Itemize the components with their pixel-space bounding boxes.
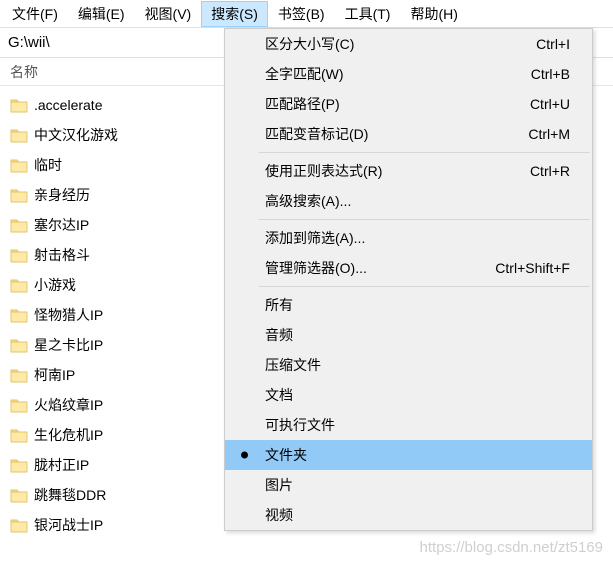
menu-item[interactable]: 高级搜索(A)... — [225, 186, 592, 216]
menu-item-label: 可执行文件 — [265, 415, 570, 435]
menu-文件f[interactable]: 文件(F) — [2, 1, 68, 27]
menu-item-label: 区分大小写(C) — [265, 34, 536, 54]
file-name: 生化危机IP — [34, 425, 103, 445]
menu-item[interactable]: 音频 — [225, 320, 592, 350]
folder-icon — [10, 398, 28, 413]
file-name: .accelerate — [34, 97, 102, 113]
menu-编辑e[interactable]: 编辑(E) — [68, 1, 135, 27]
file-name: 射击格斗 — [34, 245, 90, 265]
file-name: 火焰纹章IP — [34, 395, 103, 415]
file-name: 塞尔达IP — [34, 215, 89, 235]
folder-icon — [10, 308, 28, 323]
menu-item[interactable]: 匹配路径(P)Ctrl+U — [225, 89, 592, 119]
menu-item[interactable]: 文件夹 — [225, 440, 592, 470]
file-name: 亲身经历 — [34, 185, 90, 205]
menu-item-shortcut: Ctrl+I — [536, 36, 570, 52]
menu-separator — [259, 219, 590, 220]
menu-item-label: 使用正则表达式(R) — [265, 161, 530, 181]
folder-icon — [10, 248, 28, 263]
menu-item-shortcut: Ctrl+M — [528, 126, 570, 142]
menu-item[interactable]: 匹配变音标记(D)Ctrl+M — [225, 119, 592, 149]
radio-bullet-icon — [241, 452, 248, 459]
menu-item-shortcut: Ctrl+B — [531, 66, 570, 82]
menu-item[interactable]: 全字匹配(W)Ctrl+B — [225, 59, 592, 89]
menu-item[interactable]: 管理筛选器(O)...Ctrl+Shift+F — [225, 253, 592, 283]
menu-工具t[interactable]: 工具(T) — [335, 1, 401, 27]
menu-书签b[interactable]: 书签(B) — [268, 1, 335, 27]
menu-item-label: 文档 — [265, 385, 570, 405]
file-name: 银河战士IP — [34, 515, 103, 535]
menu-item-label: 管理筛选器(O)... — [265, 258, 495, 278]
menu-item-label: 文件夹 — [265, 445, 570, 465]
menu-separator — [259, 286, 590, 287]
file-name: 跳舞毯DDR — [34, 485, 106, 505]
menu-item-label: 全字匹配(W) — [265, 64, 531, 84]
menu-item[interactable]: 压缩文件 — [225, 350, 592, 380]
menu-item-label: 音频 — [265, 325, 570, 345]
menu-item[interactable]: 添加到筛选(A)... — [225, 223, 592, 253]
menu-separator — [259, 152, 590, 153]
file-name: 星之卡比IP — [34, 335, 103, 355]
menu-item-shortcut: Ctrl+U — [530, 96, 570, 112]
menu-item-label: 视频 — [265, 505, 570, 525]
file-name: 小游戏 — [34, 275, 76, 295]
watermark: https://blog.csdn.net/zt5169 — [420, 539, 603, 556]
folder-icon — [10, 368, 28, 383]
column-header-name: 名称 — [10, 62, 38, 82]
menu-item-label: 匹配变音标记(D) — [265, 124, 528, 144]
menu-item-label: 所有 — [265, 295, 570, 315]
folder-icon — [10, 98, 28, 113]
menu-搜索s[interactable]: 搜索(S) — [201, 1, 268, 27]
menu-视图v[interactable]: 视图(V) — [135, 1, 202, 27]
folder-icon — [10, 278, 28, 293]
menubar: 文件(F)编辑(E)视图(V)搜索(S)书签(B)工具(T)帮助(H) — [0, 0, 613, 28]
menu-item[interactable]: 使用正则表达式(R)Ctrl+R — [225, 156, 592, 186]
menu-item-label: 压缩文件 — [265, 355, 570, 375]
folder-icon — [10, 428, 28, 443]
menu-item-label: 高级搜索(A)... — [265, 191, 570, 211]
folder-icon — [10, 488, 28, 503]
folder-icon — [10, 188, 28, 203]
folder-icon — [10, 338, 28, 353]
menu-item-label: 添加到筛选(A)... — [265, 228, 570, 248]
menu-item[interactable]: 视频 — [225, 500, 592, 530]
folder-icon — [10, 518, 28, 533]
file-name: 临时 — [34, 155, 62, 175]
folder-icon — [10, 218, 28, 233]
menu-item-shortcut: Ctrl+Shift+F — [495, 260, 570, 276]
menu-item[interactable]: 图片 — [225, 470, 592, 500]
folder-icon — [10, 158, 28, 173]
menu-item[interactable]: 区分大小写(C)Ctrl+I — [225, 29, 592, 59]
file-name: 怪物猎人IP — [34, 305, 103, 325]
menu-item-shortcut: Ctrl+R — [530, 163, 570, 179]
folder-icon — [10, 128, 28, 143]
menu-item[interactable]: 可执行文件 — [225, 410, 592, 440]
search-menu-dropdown: 区分大小写(C)Ctrl+I全字匹配(W)Ctrl+B匹配路径(P)Ctrl+U… — [224, 28, 593, 531]
menu-item[interactable]: 所有 — [225, 290, 592, 320]
menu-item[interactable]: 文档 — [225, 380, 592, 410]
folder-icon — [10, 458, 28, 473]
menu-item-label: 图片 — [265, 475, 570, 495]
file-name: 柯南IP — [34, 365, 75, 385]
menu-帮助h[interactable]: 帮助(H) — [400, 1, 467, 27]
file-name: 中文汉化游戏 — [34, 125, 118, 145]
file-name: 胧村正IP — [34, 455, 89, 475]
menu-item-label: 匹配路径(P) — [265, 94, 530, 114]
